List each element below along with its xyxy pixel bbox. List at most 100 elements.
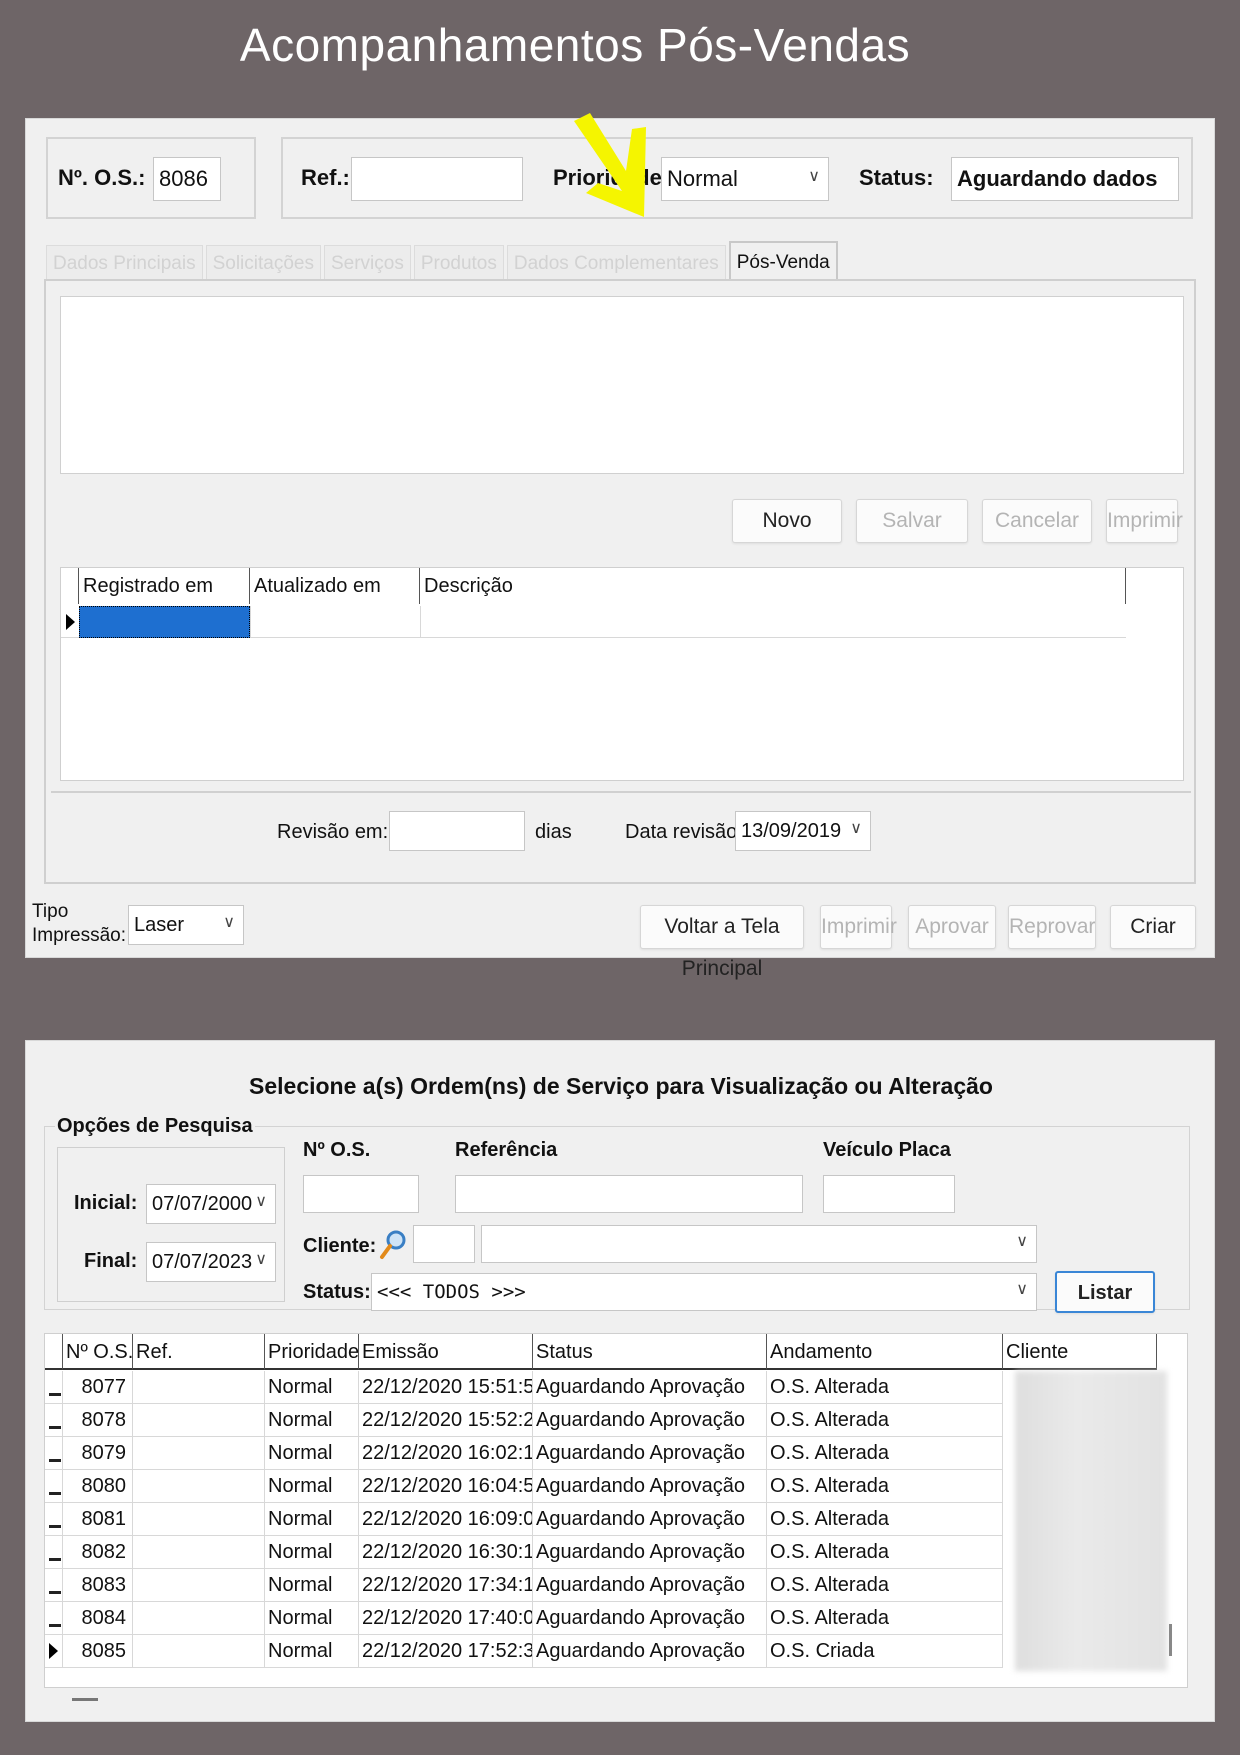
cell-status[interactable]: Aguardando Aprovação	[533, 1371, 767, 1404]
tipo-impressao-select[interactable]: Laser ∨	[128, 905, 244, 945]
data-revisao-picker[interactable]: 13/09/2019 ∨	[735, 811, 871, 851]
ref-input[interactable]	[351, 157, 523, 201]
cell-ref[interactable]	[133, 1569, 265, 1602]
cell-andamento[interactable]: O.S. Alterada	[767, 1437, 1003, 1470]
cell-os[interactable]: 8081	[63, 1503, 133, 1536]
row-indicator[interactable]	[45, 1404, 63, 1437]
cell-andamento[interactable]: O.S. Alterada	[767, 1404, 1003, 1437]
scrollbar-thumb[interactable]	[1169, 1624, 1172, 1656]
cell-emissao[interactable]: 22/12/2020 16:02:10	[359, 1437, 533, 1470]
cell-os[interactable]: 8079	[63, 1437, 133, 1470]
tab-pos-venda[interactable]: Pós-Venda	[728, 241, 838, 281]
cell-andamento[interactable]: O.S. Alterada	[767, 1470, 1003, 1503]
col-emissao[interactable]: Emissão	[359, 1334, 533, 1370]
tab-solicitacoes[interactable]: Solicitações	[205, 245, 321, 281]
cell-emissao[interactable]: 22/12/2020 15:52:22	[359, 1404, 533, 1437]
reprovar-button[interactable]: Reprovar	[1008, 905, 1096, 949]
cell-emissao[interactable]: 22/12/2020 16:09:03	[359, 1503, 533, 1536]
imprimir-button[interactable]: Imprimir	[820, 905, 897, 949]
col-prioridade[interactable]: Prioridade	[265, 1334, 359, 1370]
os-number-field[interactable]: 8086	[153, 157, 221, 201]
cell-status[interactable]: Aguardando Aprovação	[533, 1503, 767, 1536]
cell-prioridade[interactable]: Normal	[265, 1569, 359, 1602]
col-ref[interactable]: Ref.	[133, 1334, 265, 1370]
cell-ref[interactable]	[133, 1635, 265, 1668]
col-status[interactable]: Status	[533, 1334, 767, 1370]
tab-produtos[interactable]: Produtos	[413, 245, 504, 281]
cell-prioridade[interactable]: Normal	[265, 1371, 359, 1404]
cell-emissao[interactable]: 22/12/2020 17:40:00	[359, 1602, 533, 1635]
veiculo-placa-input[interactable]	[823, 1175, 955, 1213]
row-indicator[interactable]	[45, 1536, 63, 1569]
cell-emissao[interactable]: 22/12/2020 17:34:15	[359, 1569, 533, 1602]
col-andamento[interactable]: Andamento	[767, 1334, 1003, 1370]
cell-prioridade[interactable]: Normal	[265, 1635, 359, 1668]
row-indicator[interactable]	[45, 1602, 63, 1635]
col-atualizado-em[interactable]: Atualizado em	[250, 568, 420, 604]
cell-emissao[interactable]: 22/12/2020 16:04:56	[359, 1470, 533, 1503]
imprimir-memo-button[interactable]: Imprimir	[1106, 499, 1183, 543]
status-filter-select[interactable]: <<< TODOS >>> ∨	[371, 1273, 1037, 1311]
cancelar-button[interactable]: Cancelar	[982, 499, 1092, 543]
cell-status[interactable]: Aguardando Aprovação	[533, 1470, 767, 1503]
cell-prioridade[interactable]: Normal	[265, 1437, 359, 1470]
pos-venda-description-memo[interactable]	[60, 296, 1184, 474]
cell-prioridade[interactable]: Normal	[265, 1602, 359, 1635]
tab-dados-principais[interactable]: Dados Principais	[46, 245, 203, 281]
cell-os[interactable]: 8084	[63, 1602, 133, 1635]
aprovar-button[interactable]: Aprovar	[908, 905, 996, 949]
final-date-picker[interactable]: 07/07/2023 ∨	[146, 1242, 276, 1282]
col-os[interactable]: Nº O.S.	[63, 1334, 133, 1370]
search-os-input[interactable]	[303, 1175, 419, 1213]
row-indicator[interactable]	[45, 1503, 63, 1536]
cell-andamento[interactable]: O.S. Alterada	[767, 1536, 1003, 1569]
cell-status[interactable]: Aguardando Aprovação	[533, 1602, 767, 1635]
cell-status[interactable]: Aguardando Aprovação	[533, 1536, 767, 1569]
criar-button[interactable]: Criar	[1110, 905, 1196, 949]
cliente-select[interactable]: ∨	[481, 1225, 1037, 1263]
referencia-input[interactable]	[455, 1175, 803, 1213]
cell-emissao[interactable]: 22/12/2020 17:52:37	[359, 1635, 533, 1668]
cell-os[interactable]: 8083	[63, 1569, 133, 1602]
salvar-button[interactable]: Salvar	[856, 499, 968, 543]
voltar-tela-principal-button[interactable]: Voltar a Tela Principal	[640, 905, 804, 980]
cell-emissao[interactable]: 22/12/2020 16:30:13	[359, 1536, 533, 1569]
cell-andamento[interactable]: O.S. Alterada	[767, 1602, 1003, 1635]
col-registrado-em[interactable]: Registrado em	[79, 568, 250, 604]
cell-ref[interactable]	[133, 1404, 265, 1437]
cell-ref[interactable]	[133, 1437, 265, 1470]
cell-ref[interactable]	[133, 1536, 265, 1569]
col-cliente[interactable]: Cliente	[1003, 1334, 1157, 1370]
revisao-input[interactable]	[389, 811, 525, 851]
row-indicator[interactable]	[45, 1569, 63, 1602]
cell-andamento[interactable]: O.S. Alterada	[767, 1371, 1003, 1404]
row-indicator[interactable]	[45, 1437, 63, 1470]
cell-os[interactable]: 8085	[63, 1635, 133, 1668]
cell-ref[interactable]	[133, 1602, 265, 1635]
row-indicator[interactable]	[45, 1470, 63, 1503]
cell-andamento[interactable]: O.S. Alterada	[767, 1503, 1003, 1536]
selected-cell[interactable]	[79, 606, 250, 638]
cell-ref[interactable]	[133, 1470, 265, 1503]
listar-button[interactable]: Listar	[1055, 1271, 1155, 1313]
cell-emissao[interactable]: 22/12/2020 15:51:58	[359, 1371, 533, 1404]
cell-prioridade[interactable]: Normal	[265, 1536, 359, 1569]
col-descricao[interactable]: Descrição	[420, 568, 1126, 604]
cliente-code-input[interactable]	[413, 1225, 475, 1263]
cell-os[interactable]: 8080	[63, 1470, 133, 1503]
cell-prioridade[interactable]: Normal	[265, 1503, 359, 1536]
novo-button[interactable]: Novo	[732, 499, 842, 543]
cell-ref[interactable]	[133, 1503, 265, 1536]
cell-status[interactable]: Aguardando Aprovação	[533, 1569, 767, 1602]
horizontal-scroll-handle[interactable]	[72, 1698, 98, 1701]
tab-servicos[interactable]: Serviços	[323, 245, 411, 281]
status-field[interactable]: Aguardando dados	[951, 157, 1179, 201]
cell-os[interactable]: 8078	[63, 1404, 133, 1437]
cell-andamento[interactable]: O.S. Alterada	[767, 1569, 1003, 1602]
cell-os[interactable]: 8077	[63, 1371, 133, 1404]
magnifier-icon[interactable]	[379, 1229, 407, 1261]
cell-andamento[interactable]: O.S. Criada	[767, 1635, 1003, 1668]
prioridade-select[interactable]: Normal ∨	[661, 157, 829, 201]
cell-status[interactable]: Aguardando Aprovação	[533, 1635, 767, 1668]
cell-status[interactable]: Aguardando Aprovação	[533, 1404, 767, 1437]
